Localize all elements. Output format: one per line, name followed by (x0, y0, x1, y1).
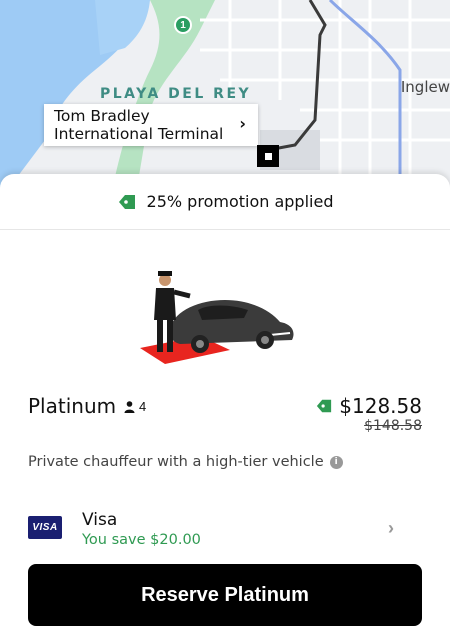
info-icon[interactable]: i (329, 455, 343, 469)
promo-text: 25% promotion applied (146, 192, 334, 211)
chevron-right-icon: › (239, 114, 246, 133)
map-view[interactable]: 1 PLAYA DEL REY Inglew Tom Bradley Inter… (0, 0, 450, 200)
tag-icon (317, 399, 332, 413)
seat-capacity: 4 (124, 399, 146, 414)
payment-savings: You save $20.00 (82, 532, 201, 548)
chevron-right-icon: › (388, 518, 394, 538)
tag-icon (117, 193, 137, 211)
map-city-label: Inglew (400, 78, 450, 96)
product-name: Platinum (28, 394, 117, 418)
callout-line1: Tom Bradley (54, 107, 150, 125)
vehicle-illustration (120, 260, 300, 370)
promo-banner: 25% promotion applied (0, 174, 450, 230)
discounted-price: $128.58 (339, 394, 422, 418)
route-badge: 1 (174, 16, 192, 34)
original-price: $148.58 (364, 418, 422, 434)
payment-method-name: Visa (82, 510, 118, 530)
visa-logo: VISA (28, 516, 62, 539)
map-area-label: PLAYA DEL REY (100, 86, 252, 102)
seat-count: 4 (139, 399, 147, 414)
pickup-pin-icon (257, 145, 279, 167)
ride-options-sheet: 25% promotion applied Platinum 4 $128.58… (0, 174, 450, 644)
callout-line2: International Terminal (54, 125, 224, 143)
payment-method-row[interactable]: VISA Visa You save $20.00 › (28, 508, 394, 552)
product-row[interactable]: Platinum 4 $128.58 (28, 394, 422, 434)
product-description: Private chauffeur with a high-tier vehic… (28, 454, 343, 470)
reserve-button[interactable]: Reserve Platinum (28, 564, 422, 626)
pickup-location-callout[interactable]: Tom Bradley International Terminal › (44, 104, 258, 146)
description-text: Private chauffeur with a high-tier vehic… (28, 454, 324, 470)
price: $128.58 (315, 394, 422, 418)
person-icon (124, 400, 135, 413)
